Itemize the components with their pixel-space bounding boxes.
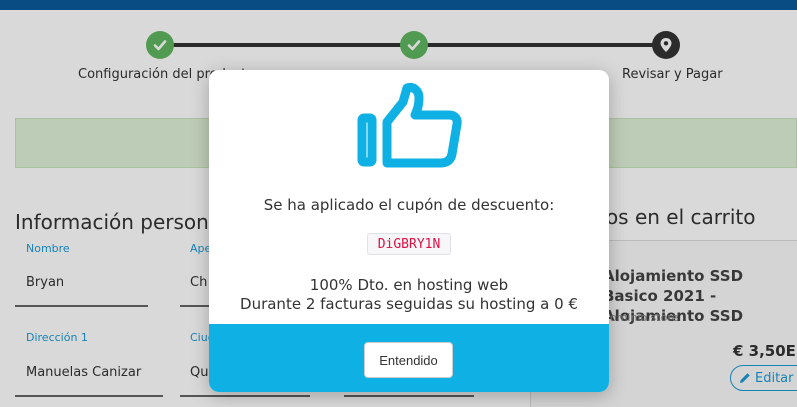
understood-button[interactable]: Entendido xyxy=(364,342,453,378)
offer-line-2: Durante 2 facturas seguidas su hosting a… xyxy=(240,295,578,313)
coupon-applied-message: Se ha aplicado el cupón de descuento: xyxy=(263,196,555,214)
offer-line-1: 100% Dto. en hosting web xyxy=(309,276,509,294)
coupon-code: DiGBRY1N xyxy=(367,233,451,255)
offer-description: 100% Dto. en hosting web Durante 2 factu… xyxy=(209,276,609,314)
thumbs-up-icon xyxy=(357,83,462,168)
coupon-applied-modal: Se ha aplicado el cupón de descuento: Di… xyxy=(209,70,609,392)
